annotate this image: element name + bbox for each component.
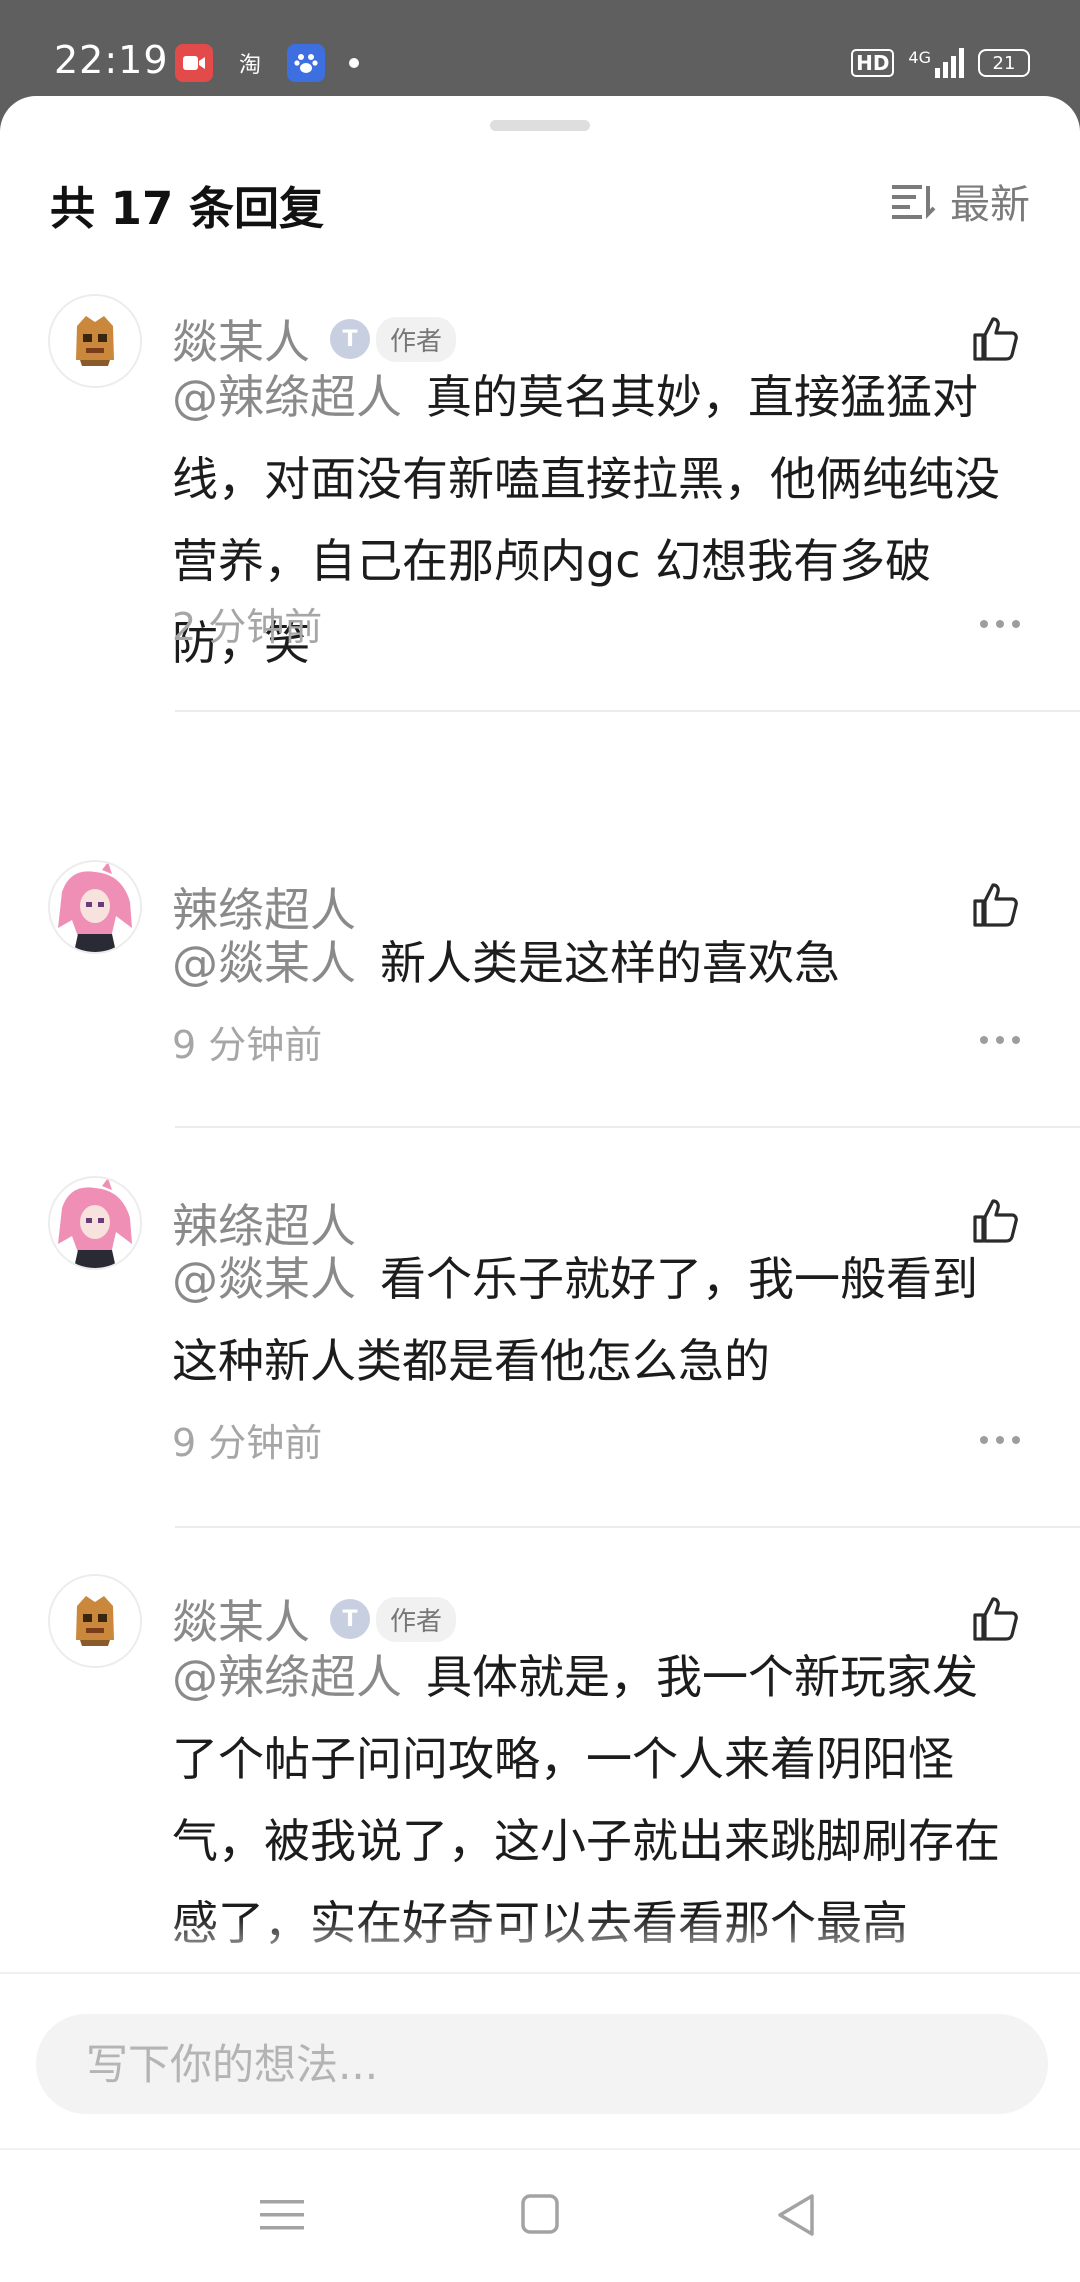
comment-body: @燚某人 新人类是这样的喜欢急 (172, 922, 1012, 1004)
avatar[interactable] (48, 294, 142, 388)
drag-handle[interactable] (490, 120, 590, 131)
more-options-button[interactable] (980, 620, 1020, 632)
mention-link[interactable]: @辣绦超人 (172, 1650, 402, 1704)
scroll-fade (0, 1916, 1080, 1976)
avatar[interactable] (48, 860, 142, 954)
author-badge: 作者 (376, 1596, 457, 1642)
reply-input-bar (0, 1972, 1080, 2150)
divider (175, 710, 1080, 712)
comment-time: 9 分钟前 (172, 1023, 323, 1067)
home-icon[interactable] (510, 2190, 570, 2240)
comment-time: 2 分钟前 (172, 605, 323, 649)
more-options-button[interactable] (980, 1036, 1020, 1048)
baidu-icon (287, 44, 325, 82)
comment-body: @辣绦超人 具体就是，我一个新玩家发了个帖子问问攻略，一个人来着阴阳怪气，被我说了… (172, 1636, 1012, 1964)
back-icon[interactable] (766, 2190, 826, 2240)
comment-body: @燚某人 看个乐子就好了，我一般看到这种新人类都是看他怎么急的 (172, 1238, 1012, 1402)
divider (175, 1126, 1080, 1128)
more-notifications-dot (349, 58, 359, 68)
replies-sheet: 共 17 条回复 最新 燚某人 T 作者 @辣绦超人 真的莫名其妙，直接猛猛对线… (0, 96, 1080, 1976)
reply-count-title: 共 17 条回复 (50, 182, 324, 235)
battery-icon: 21 (978, 49, 1030, 77)
signal-icon (935, 48, 964, 78)
comment-text: 新人类是这样的喜欢急 (380, 936, 840, 990)
avatar[interactable] (48, 1574, 142, 1668)
video-recorder-icon (175, 44, 213, 82)
mention-link[interactable]: @辣绦超人 (172, 370, 402, 424)
sort-label: 最新 (950, 182, 1030, 228)
hd-icon: HD (851, 49, 895, 77)
mention-link[interactable]: @燚某人 (172, 1252, 356, 1306)
avatar[interactable] (48, 1176, 142, 1270)
status-time: 22:19 (54, 38, 169, 82)
level-badge: T (330, 319, 370, 359)
system-nav-bar (0, 2148, 1080, 2282)
notification-icons: 淘 (175, 44, 359, 82)
author-badge: 作者 (376, 316, 457, 362)
reply-input[interactable] (36, 2014, 1048, 2114)
comment-time: 9 分钟前 (172, 1421, 323, 1465)
divider (175, 1526, 1080, 1528)
taobao-icon: 淘 (238, 53, 261, 78)
menu-icon[interactable] (252, 2190, 312, 2240)
sort-icon (892, 185, 936, 219)
more-options-button[interactable] (980, 1436, 1020, 1448)
status-bar: 22:19 淘 HD 4G 21 (0, 0, 1080, 96)
level-badge: T (330, 1599, 370, 1639)
network-type: 4G (908, 48, 931, 67)
mention-link[interactable]: @燚某人 (172, 936, 356, 990)
sort-button[interactable]: 最新 (892, 172, 1030, 230)
